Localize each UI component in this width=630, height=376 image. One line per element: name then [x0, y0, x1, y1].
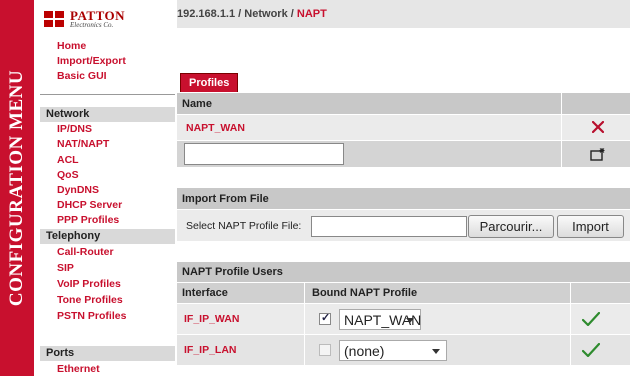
profile-select[interactable]: (none) [339, 340, 447, 361]
nav-call-router[interactable]: Call-Router [57, 246, 114, 258]
breadcrumb-ip[interactable]: 192.168.1.1 [177, 8, 235, 20]
column-divider [570, 335, 571, 365]
import-file-input[interactable] [311, 216, 467, 237]
nav-sip[interactable]: SIP [57, 262, 74, 274]
column-divider [561, 115, 562, 140]
nav-section-ports: Ports [40, 346, 175, 361]
users-columns-row: Interface Bound NAPT Profile [177, 283, 630, 303]
column-divider [561, 141, 562, 167]
browse-button[interactable]: Parcourir... [468, 215, 554, 238]
breadcrumb-separator: / [287, 8, 297, 20]
nav-ethernet[interactable]: Ethernet [57, 363, 100, 375]
patton-logo: PATTON Electronics Co. [44, 3, 125, 35]
patton-logo-mark-icon [44, 9, 66, 29]
nav-voip-profiles[interactable]: VoIP Profiles [57, 278, 121, 290]
logo-subtitle: Electronics Co. [70, 21, 114, 29]
nav-acl[interactable]: ACL [57, 154, 79, 166]
nav-section-telephony: Telephony [40, 229, 175, 244]
nav-basic-gui[interactable]: Basic GUI [57, 70, 107, 82]
table-row: IF_IP_WAN NAPT_WAN [177, 304, 630, 334]
breadcrumb-network[interactable]: Network [244, 8, 287, 20]
interface-name: IF_IP_WAN [184, 313, 240, 325]
import-header-row: Import From File [177, 188, 630, 209]
table-row: NAPT_WAN [177, 115, 630, 140]
nav-dyndns[interactable]: DynDNS [57, 184, 99, 196]
profile-name-link[interactable]: NAPT_WAN [186, 115, 245, 140]
profiles-header-row: Name [177, 93, 630, 114]
profile-select[interactable]: NAPT_WAN [339, 309, 421, 330]
nav-tone-profiles[interactable]: Tone Profiles [57, 294, 123, 306]
left-navigation: PATTON Electronics Co. Home Import/Expor… [34, 0, 177, 376]
profile-select-value: (none) [344, 342, 385, 359]
delete-icon[interactable] [590, 119, 606, 135]
new-profile-row [177, 141, 630, 167]
nav-section-network: Network [40, 107, 175, 122]
column-divider [304, 304, 305, 334]
new-profile-name-input[interactable] [184, 143, 344, 165]
nav-pstn-profiles[interactable]: PSTN Profiles [57, 310, 126, 322]
nav-ip-dns[interactable]: IP/DNS [57, 123, 92, 135]
import-row: Select NAPT Profile File: Parcourir... I… [177, 210, 630, 241]
bind-checkbox[interactable] [319, 311, 331, 325]
breadcrumb: 192.168.1.1 / Network / NAPT [177, 8, 327, 20]
add-profile-icon[interactable] [588, 144, 608, 164]
nav-ppp-profiles[interactable]: PPP Profiles [57, 214, 119, 226]
import-file-label: Select NAPT Profile File: [186, 219, 302, 232]
import-title: Import From File [182, 192, 269, 205]
users-header-row: NAPT Profile Users [177, 262, 630, 282]
column-divider [304, 335, 305, 365]
column-divider [570, 304, 571, 334]
top-bar: 192.168.1.1 / Network / NAPT [177, 0, 630, 28]
nav-divider [40, 94, 175, 95]
table-row: IF_IP_LAN (none) [177, 335, 630, 365]
nav-dhcp-server[interactable]: DHCP Server [57, 199, 122, 211]
breadcrumb-current: NAPT [296, 8, 327, 20]
configuration-menu-strip: CONFIGURATION MENU [0, 0, 34, 376]
interface-column-header: Interface [182, 287, 228, 299]
users-title: NAPT Profile Users [182, 266, 283, 278]
column-divider [561, 93, 562, 114]
configuration-menu-label: CONFIGURATION MENU [6, 69, 27, 307]
import-button[interactable]: Import [557, 215, 624, 238]
nav-qos[interactable]: QoS [57, 169, 79, 181]
chevron-down-icon [432, 348, 440, 354]
chevron-down-icon [406, 317, 414, 323]
column-divider [304, 283, 305, 303]
column-divider [570, 283, 571, 303]
breadcrumb-separator: / [235, 8, 245, 20]
apply-check-icon[interactable] [581, 341, 601, 359]
bound-profile-column-header: Bound NAPT Profile [312, 287, 418, 299]
tab-profiles[interactable]: Profiles [180, 73, 239, 92]
nav-import-export[interactable]: Import/Export [57, 55, 126, 67]
nav-home[interactable]: Home [57, 40, 86, 52]
nav-nat-napt[interactable]: NAT/NAPT [57, 138, 109, 150]
bind-checkbox[interactable] [319, 344, 331, 356]
profiles-name-header: Name [182, 97, 212, 110]
interface-name: IF_IP_LAN [184, 344, 237, 356]
apply-check-icon[interactable] [581, 310, 601, 328]
